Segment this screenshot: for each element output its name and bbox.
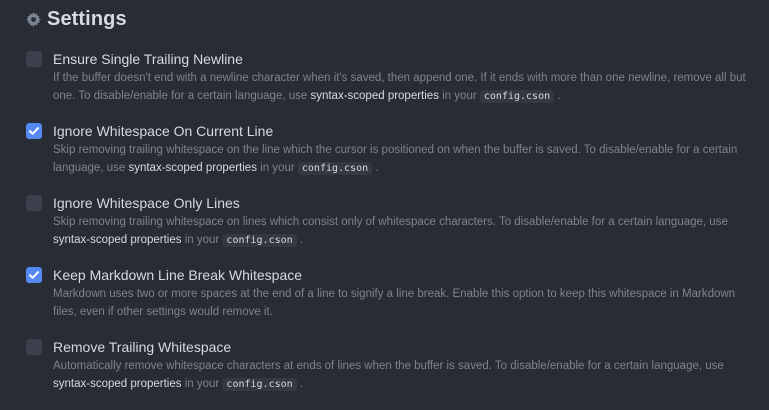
setting-label: Ignore Whitespace Only Lines: [53, 195, 240, 211]
setting-description: Skip removing trailing whitespace on lin…: [53, 216, 728, 247]
config-cson-code: config.cson: [222, 234, 297, 247]
setting-keep-markdown-line-break-whitespace: Keep Markdown Line Break Whitespace Mark…: [26, 266, 756, 322]
setting-ignore-whitespace-only-lines: Ignore Whitespace Only Lines Skip removi…: [26, 194, 756, 250]
page-title: Settings: [47, 7, 127, 30]
setting-remove-trailing-whitespace: Remove Trailing Whitespace Automatically…: [26, 338, 756, 394]
setting-ensure-single-trailing-newline: Ensure Single Trailing Newline If the bu…: [26, 50, 756, 106]
setting-description: Skip removing trailing whitespace on the…: [53, 144, 738, 175]
ignore-whitespace-on-current-line-checkbox[interactable]: [26, 123, 42, 139]
syntax-scoped-properties-link[interactable]: syntax-scoped properties: [310, 90, 438, 102]
keep-markdown-line-break-whitespace-checkbox[interactable]: [26, 267, 42, 283]
syntax-scoped-properties-link[interactable]: syntax-scoped properties: [53, 378, 181, 390]
setting-description: Automatically remove whitespace characte…: [53, 360, 724, 391]
syntax-scoped-properties-link[interactable]: syntax-scoped properties: [128, 162, 256, 174]
syntax-scoped-properties-link[interactable]: syntax-scoped properties: [53, 234, 181, 246]
config-cson-code: config.cson: [222, 378, 297, 391]
ensure-single-trailing-newline-checkbox[interactable]: [26, 51, 42, 67]
setting-description: Markdown uses two or more spaces at the …: [53, 288, 736, 318]
setting-label: Ignore Whitespace On Current Line: [53, 123, 274, 139]
gear-icon: [26, 11, 41, 27]
setting-label: Keep Markdown Line Break Whitespace: [53, 267, 303, 283]
remove-trailing-whitespace-checkbox[interactable]: [26, 339, 42, 355]
setting-description: If the buffer doesn't end with a newline…: [53, 72, 746, 103]
checkmark-icon: [29, 127, 39, 135]
config-cson-code: config.cson: [479, 90, 555, 103]
setting-label: Remove Trailing Whitespace: [53, 339, 232, 355]
config-cson-code: config.cson: [297, 162, 373, 175]
ignore-whitespace-only-lines-checkbox[interactable]: [26, 195, 42, 211]
setting-ignore-whitespace-on-current-line: Ignore Whitespace On Current Line Skip r…: [26, 122, 756, 178]
checkmark-icon: [29, 271, 39, 279]
settings-header: Settings: [26, 6, 127, 32]
setting-label: Ensure Single Trailing Newline: [53, 51, 243, 67]
